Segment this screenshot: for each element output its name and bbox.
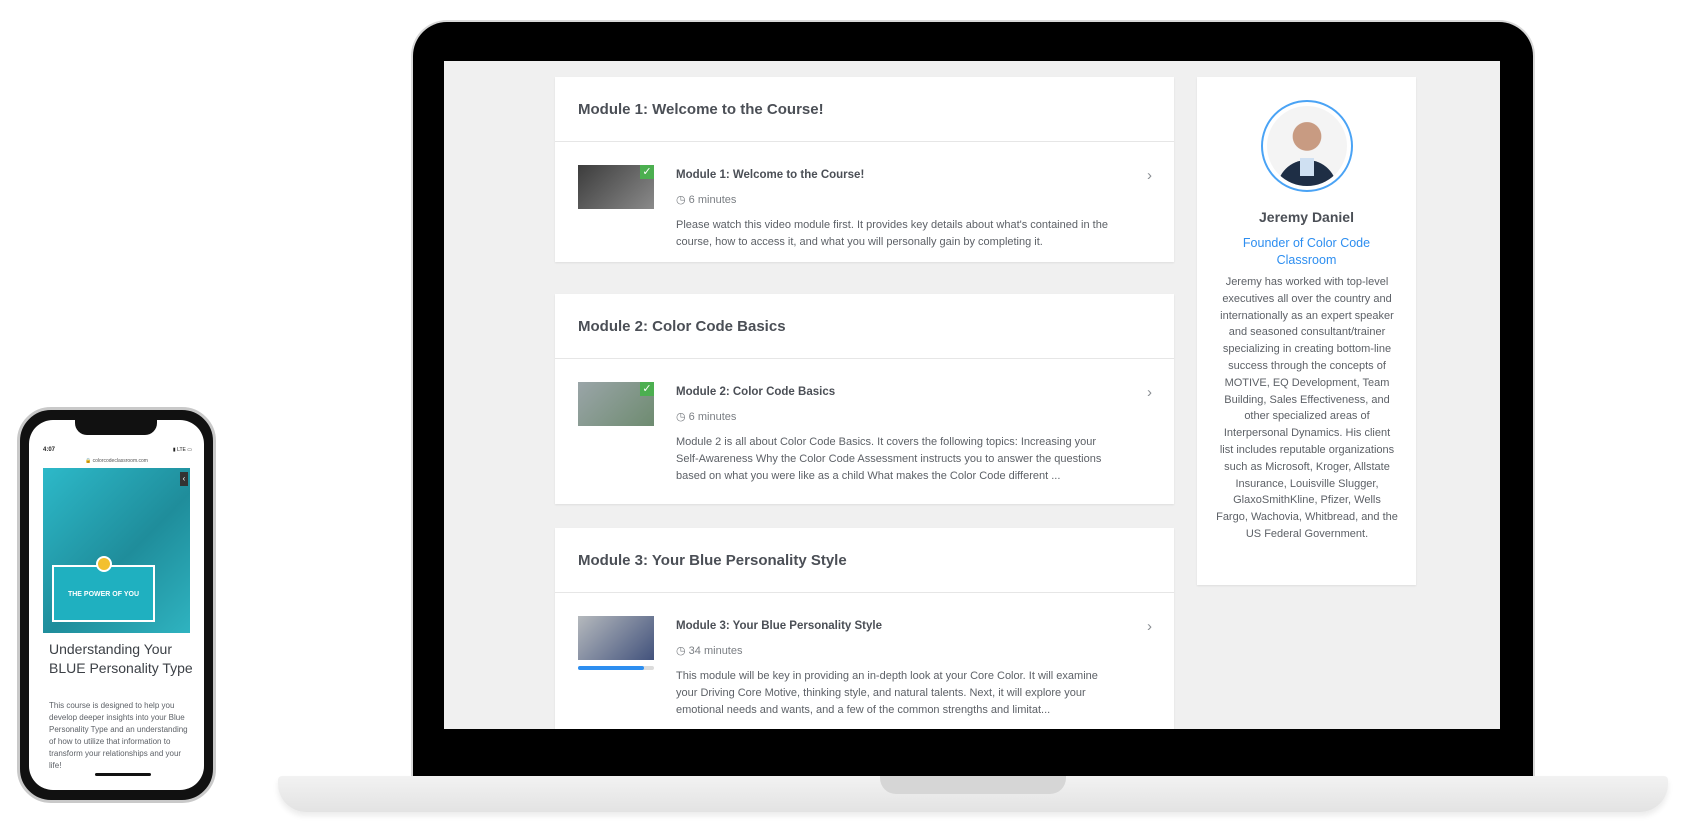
chevron-right-icon[interactable]: › — [1147, 167, 1152, 184]
course-hero-image: ‹ THE POWER OF YOU — [43, 468, 190, 633]
avatar-collar — [1300, 158, 1314, 176]
home-indicator[interactable] — [95, 773, 151, 776]
course-title: Understanding Your BLUE Personality Type — [49, 641, 193, 676]
battery-icon: ▭ — [187, 447, 192, 453]
lesson-duration: ◷ 6 minutes — [676, 410, 736, 423]
phone-url-text: colorcodeclassroom.com — [92, 458, 148, 464]
module-title: Module 1: Welcome to the Course! — [578, 101, 824, 118]
course-description: This course is designed to help you deve… — [49, 701, 188, 770]
avatar — [1261, 100, 1353, 192]
hero-title-box: THE POWER OF YOU — [52, 565, 155, 622]
device-mockup-stage: Module 1: Welcome to the Course! ✓ Modul… — [0, 0, 1682, 831]
lesson-title[interactable]: Module 3: Your Blue Personality Style — [676, 620, 882, 632]
color-code-logo-icon — [96, 556, 112, 572]
lesson-description: Please watch this video module first. It… — [676, 219, 1108, 248]
lesson-description: Module 2 is all about Color Code Basics.… — [676, 436, 1102, 482]
hero-title: THE POWER OF YOU — [67, 591, 140, 598]
module-card: Module 3: Your Blue Personality Style Mo… — [555, 528, 1174, 729]
clock-icon: ◷ — [676, 411, 686, 423]
module-card: Module 1: Welcome to the Course! ✓ Modul… — [555, 77, 1174, 262]
laptop-screen: Module 1: Welcome to the Course! ✓ Modul… — [444, 61, 1500, 729]
lesson-duration: ◷ 6 minutes — [676, 193, 736, 206]
lesson-duration: ◷ 34 minutes — [676, 644, 742, 657]
phone-time: 4:07 — [43, 447, 56, 453]
module-title: Module 3: Your Blue Personality Style — [578, 552, 847, 569]
module-title: Module 2: Color Code Basics — [578, 318, 786, 335]
lesson-thumbnail[interactable] — [578, 616, 654, 660]
lesson-duration-text: 6 minutes — [688, 194, 737, 206]
laptop-hinge-notch — [880, 776, 1066, 794]
chevron-right-icon[interactable]: › — [1147, 618, 1152, 635]
phone-screen: 4:07 ▮ LTE ▭ 🔒 colorcodeclassroom.com ‹ … — [29, 420, 204, 790]
chevron-left-icon[interactable]: ‹ — [180, 472, 188, 486]
lesson-row[interactable]: ✓ Module 2: Color Code Basics ◷ 6 minute… — [555, 359, 1174, 504]
lock-icon: 🔒 — [85, 458, 92, 464]
module-card: Module 2: Color Code Basics ✓ Module 2: … — [555, 294, 1174, 504]
lesson-duration-text: 34 minutes — [688, 645, 743, 657]
clock-icon: ◷ — [676, 645, 686, 657]
signal-icon: ▮ — [172, 447, 176, 453]
phone-url-bar[interactable]: 🔒 colorcodeclassroom.com — [29, 458, 204, 464]
lesson-duration-text: 6 minutes — [688, 411, 737, 423]
lesson-thumbnail[interactable]: ✓ — [578, 165, 654, 209]
phone-status: ▮ LTE ▭ — [173, 447, 192, 453]
lesson-progress-fill — [578, 666, 645, 670]
lesson-row[interactable]: ✓ Module 1: Welcome to the Course! ◷ 6 m… — [555, 142, 1174, 262]
clock-icon: ◷ — [676, 194, 686, 206]
lesson-title[interactable]: Module 1: Welcome to the Course! — [676, 169, 864, 181]
lesson-row[interactable]: Module 3: Your Blue Personality Style ◷ … — [555, 593, 1174, 729]
lesson-progress-bar — [578, 666, 654, 670]
instructor-name: Jeremy Daniel — [1259, 209, 1354, 225]
completed-check-icon: ✓ — [640, 382, 654, 396]
module-header: Module 1: Welcome to the Course! — [555, 77, 1174, 142]
completed-check-icon: ✓ — [640, 165, 654, 179]
phone-frame: 4:07 ▮ LTE ▭ 🔒 colorcodeclassroom.com ‹ … — [17, 407, 216, 803]
lesson-thumbnail[interactable]: ✓ — [578, 382, 654, 426]
lesson-description: This module will be key in providing an … — [676, 670, 1098, 716]
phone-notch — [75, 420, 157, 435]
instructor-bio: Jeremy has worked with top-level executi… — [1216, 276, 1398, 540]
module-header: Module 3: Your Blue Personality Style — [555, 528, 1174, 593]
instructor-card: Jeremy Daniel Founder of Color Code Clas… — [1197, 77, 1416, 585]
instructor-photo — [1267, 106, 1347, 186]
instructor-role-link[interactable]: Founder of Color Code Classroom — [1217, 235, 1396, 269]
lesson-title[interactable]: Module 2: Color Code Basics — [676, 386, 835, 398]
chevron-right-icon[interactable]: › — [1147, 384, 1152, 401]
module-header: Module 2: Color Code Basics — [555, 294, 1174, 359]
network-type: LTE — [177, 447, 186, 453]
